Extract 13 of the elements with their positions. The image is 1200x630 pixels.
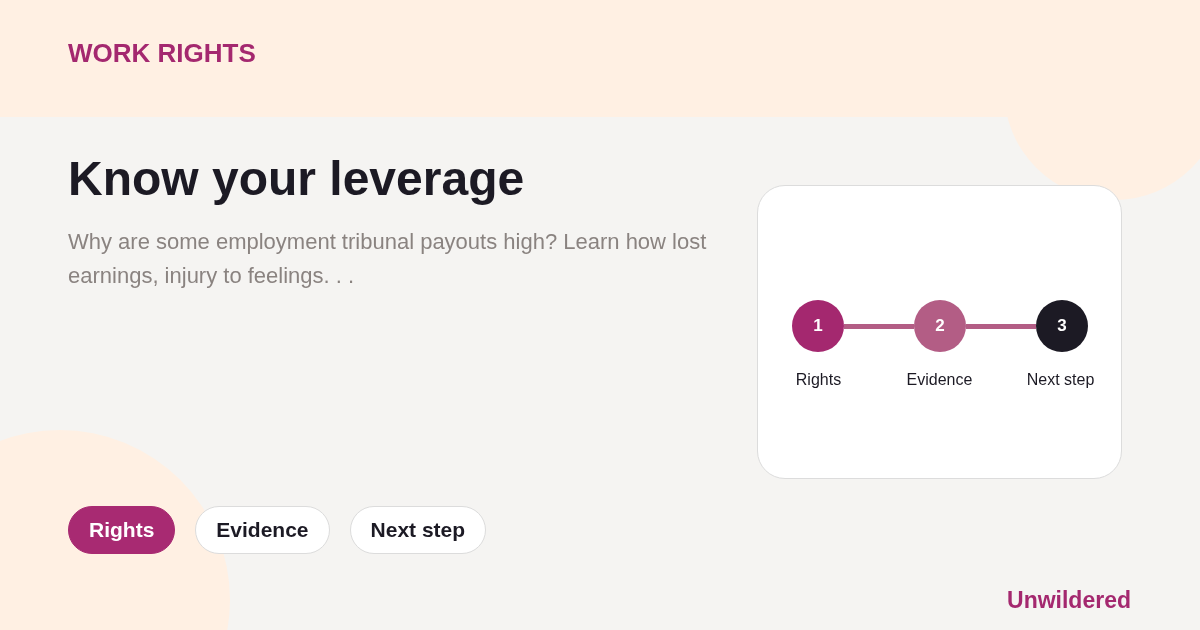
brand-label: WORK RIGHTS xyxy=(68,38,256,69)
topic-pill[interactable]: Rights xyxy=(68,506,176,554)
topic-pill[interactable]: Next step xyxy=(349,506,487,554)
topic-pill[interactable]: Evidence xyxy=(195,506,330,554)
step-marker: 1 xyxy=(792,300,844,352)
summary-text: Why are some employment tribunal payouts high? Learn how lost earnings, injury to feelings. . . xyxy=(68,228,708,290)
step-marker: 2 xyxy=(914,300,966,352)
step-label: Next step xyxy=(1025,371,1096,389)
footer-brand: Unwildered xyxy=(1007,587,1131,614)
step-label: Evidence xyxy=(905,371,974,389)
step-label: Rights xyxy=(794,371,843,389)
step-marker: 3 xyxy=(1036,300,1088,352)
headline: Know your leverage xyxy=(68,151,526,207)
